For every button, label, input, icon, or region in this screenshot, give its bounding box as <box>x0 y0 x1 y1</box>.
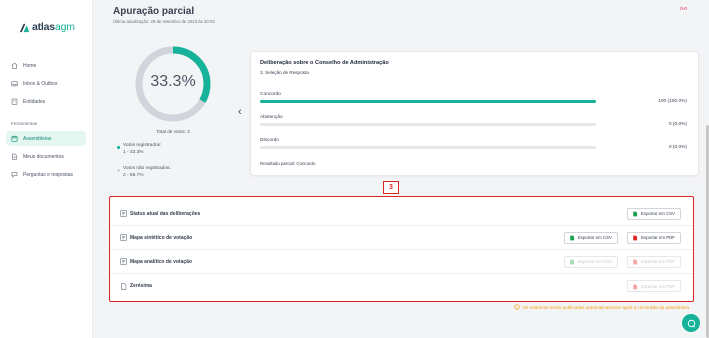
sidebar-item-label: Assembleias <box>23 135 52 142</box>
option-percent: 0 (0.0%) <box>668 145 687 150</box>
deliberation-subtitle: 3. Seleção de Resposta <box>260 70 309 75</box>
export-csv-button[interactable]: Exportar em CSV <box>563 231 618 244</box>
sidebar: atlasagm Home Inbox & Outbox Entidades F… <box>0 0 93 338</box>
page-title: Apuração parcial <box>113 6 195 17</box>
not-registered-votes: Votos não registrados: 2 - 66.7% <box>117 165 171 179</box>
option-bar <box>260 123 596 126</box>
report-name: Mapa sintético de votação <box>130 234 193 241</box>
info-icon <box>513 304 520 310</box>
notice-text: Os relatórios serão publicados automatic… <box>522 304 690 310</box>
logo-text: atlasagm <box>32 21 75 33</box>
registered-value: 1 - 33.3% <box>123 150 144 155</box>
option-label: Discordo <box>260 138 279 143</box>
option-label: Concordo <box>260 92 281 97</box>
export-pdf-button[interactable]: Exportar em PDF <box>627 255 681 268</box>
pdf-file-icon <box>633 259 638 265</box>
option-label: Abstenção <box>260 115 283 120</box>
report-name: Status atual das deliberações <box>130 210 201 217</box>
sidebar-item-label: Entidades <box>23 98 46 105</box>
option-bar-fill <box>260 100 596 103</box>
sidebar-item-documentos[interactable]: Meus documentos <box>6 149 86 164</box>
sidebar-item-home[interactable]: Home <box>6 58 86 73</box>
export-pdf-button[interactable]: Exportar em PDF <box>627 280 681 292</box>
option-bar <box>260 100 596 103</box>
atlas-logo-icon <box>19 23 30 32</box>
sidebar-section-label: Ferramentas <box>11 121 38 126</box>
sidebar-item-entidades[interactable]: Entidades <box>6 94 86 109</box>
sidebar-item-assembleias[interactable]: Assembleias <box>6 131 86 146</box>
top-right-indicator[interactable]: 0-0 <box>680 7 687 12</box>
help-chat-button[interactable] <box>682 314 700 332</box>
sidebar-item-perguntas[interactable]: Perguntas e respostas <box>6 167 86 182</box>
building-icon <box>11 98 18 105</box>
export-csv-button[interactable]: Exportar em CSV <box>563 255 618 268</box>
sidebar-item-inbox[interactable]: Inbox & Outbox <box>6 76 86 91</box>
sidebar-item-label: Inbox & Outbox <box>23 80 58 87</box>
option-percent: 100 (100.0%) <box>658 99 687 104</box>
step-marker: 3 <box>383 181 399 194</box>
registered-dot-icon <box>117 146 120 149</box>
chevron-left-icon[interactable]: ‹ <box>238 106 242 118</box>
documents-icon <box>12 153 17 160</box>
report-list-icon <box>120 210 127 217</box>
csv-file-icon <box>633 211 637 217</box>
registered-label: Votos registrados: <box>123 143 162 148</box>
logo[interactable]: atlasagm <box>19 21 75 33</box>
sidebar-item-label: Perguntas e respostas <box>23 171 74 178</box>
chat-icon <box>11 172 18 178</box>
total-votes: Total de votos: 3 <box>156 129 190 134</box>
report-list-icon <box>120 234 127 241</box>
not-registered-label: Votos não registrados: <box>123 166 171 171</box>
deliberation-card: Deliberação sobre o Conselho de Administ… <box>251 52 698 175</box>
publication-notice: Os relatórios serão publicados automatic… <box>513 304 690 310</box>
csv-file-icon <box>570 259 574 265</box>
option-percent: 0 (0.0%) <box>668 122 687 127</box>
report-list-icon <box>120 258 127 265</box>
gauge-percent: 33.3% <box>150 73 196 90</box>
partial-result: Resultado parcial: Concordo <box>260 161 316 166</box>
file-icon <box>121 282 127 290</box>
pdf-file-icon <box>633 235 638 241</box>
report-row: Status atual das deliberações Exportar e… <box>110 202 693 226</box>
main-content: Apuração parcial Última atualização: 29 … <box>93 0 709 338</box>
inbox-icon <box>11 81 18 87</box>
registered-votes: Votos registrados: 1 - 33.3% <box>117 142 161 156</box>
chat-bubble-icon <box>687 319 695 327</box>
not-registered-dot-icon <box>117 169 120 172</box>
home-icon <box>11 62 18 69</box>
report-name: Mapa analítico de votação <box>130 258 192 265</box>
export-csv-button[interactable]: Exportar em CSV <box>626 207 681 220</box>
option-bar <box>260 146 596 149</box>
report-row: Zerésima Exportar em PDF <box>110 274 693 298</box>
report-row: Mapa analítico de votação Exportar em CS… <box>110 250 693 274</box>
calendar-icon <box>11 135 18 142</box>
sidebar-item-label: Meus documentos <box>23 153 64 160</box>
pdf-file-icon <box>633 284 638 289</box>
report-row: Mapa sintético de votação Exportar em CS… <box>110 226 693 250</box>
report-name: Zerésima <box>130 283 152 289</box>
reports-panel: Status atual das deliberações Exportar e… <box>109 196 694 302</box>
last-update: Última atualização: 29 de setembro de 20… <box>113 19 215 24</box>
not-registered-value: 2 - 66.7% <box>123 173 144 178</box>
sidebar-item-label: Home <box>23 62 37 69</box>
csv-file-icon <box>570 235 574 241</box>
export-pdf-button[interactable]: Exportar em PDF <box>627 231 681 244</box>
deliberation-title: Deliberação sobre o Conselho de Administ… <box>260 60 389 66</box>
